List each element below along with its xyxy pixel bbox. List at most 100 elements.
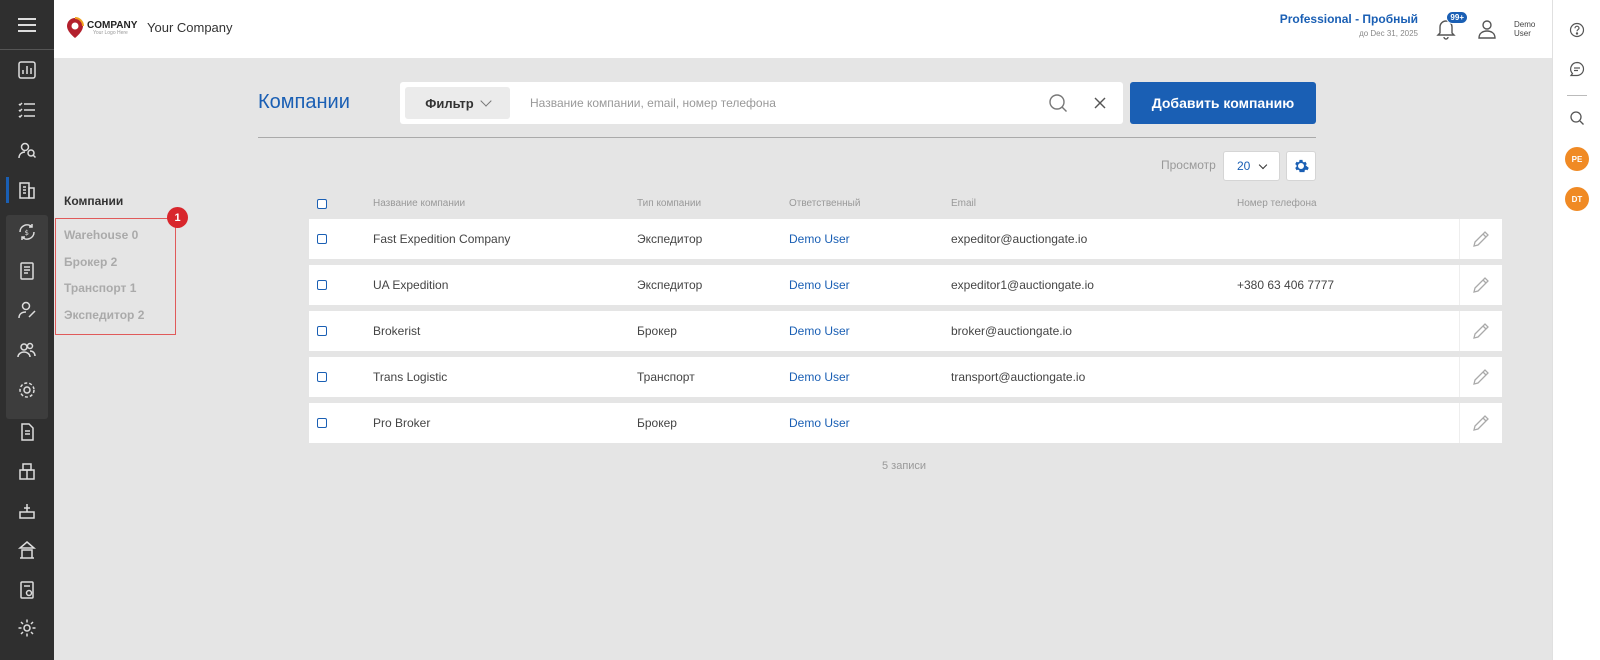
location-pin-icon: [66, 17, 84, 39]
table-row[interactable]: Pro Broker Брокер Demo User: [309, 403, 1502, 443]
page-size-value: 20: [1237, 159, 1251, 173]
user-edit-icon[interactable]: [0, 290, 54, 330]
companies-icon[interactable]: [0, 170, 54, 210]
company-name-cell: Pro Broker: [373, 416, 431, 430]
dashboard-icon[interactable]: [0, 50, 54, 90]
side-title: Компании: [64, 194, 124, 208]
owner-link[interactable]: Demo User: [789, 324, 850, 338]
user-icon[interactable]: [1477, 18, 1497, 40]
search-icon[interactable]: [1048, 93, 1068, 113]
column-header-name[interactable]: Название компании: [373, 198, 465, 209]
avatar-dt-label: DT: [1565, 187, 1589, 211]
email-cell: transport@auctiongate.io: [951, 370, 1086, 384]
users-icon[interactable]: [0, 330, 54, 370]
table-row[interactable]: UA Expedition Экспедитор Demo User exped…: [309, 265, 1502, 305]
task-list-icon[interactable]: [0, 90, 54, 130]
clear-icon[interactable]: [1092, 95, 1108, 111]
company-type-cell: Экспедитор: [637, 232, 703, 246]
company-logo[interactable]: COMPANY Your Logo Here: [66, 16, 142, 40]
company-type-cell: Брокер: [637, 324, 677, 338]
report-icon[interactable]: [0, 412, 54, 452]
edit-button[interactable]: [1459, 311, 1502, 351]
row-checkbox[interactable]: [317, 280, 327, 290]
column-header-type[interactable]: Тип компании: [637, 198, 701, 209]
row-checkbox[interactable]: [317, 372, 327, 382]
plan-info[interactable]: Professional - Пробный до Dec 31, 2025: [1280, 12, 1418, 38]
logo-subtext: Your Logo Here: [93, 29, 128, 36]
row-checkbox[interactable]: [317, 326, 327, 336]
right-rail: PE DT: [1552, 0, 1600, 660]
table-settings-button[interactable]: [1286, 151, 1316, 181]
column-header-email[interactable]: Email: [951, 198, 976, 209]
page-size-select[interactable]: 20: [1223, 151, 1280, 181]
filter-label: Фильтр: [425, 95, 474, 111]
side-item-expeditor[interactable]: Экспедитор 2: [64, 308, 144, 322]
user-name-line2: User: [1514, 29, 1531, 38]
row-checkbox[interactable]: [317, 418, 327, 428]
search-icon[interactable]: [1553, 103, 1600, 133]
notification-badge: 99+: [1446, 11, 1468, 24]
chevron-down-icon: [1258, 160, 1268, 170]
left-nav-rail: $: [0, 0, 54, 660]
plan-expiry: до Dec 31, 2025: [1359, 29, 1418, 38]
logo-text: COMPANY: [87, 19, 138, 31]
records-count: 5 записи: [882, 460, 927, 472]
chat-icon[interactable]: [1553, 54, 1600, 84]
settings-icon[interactable]: [0, 608, 54, 648]
top-header: COMPANY Your Logo Here Your Company Prof…: [54, 0, 1552, 58]
warehouse-icon[interactable]: [0, 451, 54, 491]
invoice-icon[interactable]: [0, 570, 54, 610]
add-company-button[interactable]: Добавить компанию: [1130, 82, 1316, 124]
edit-button[interactable]: [1459, 357, 1502, 397]
column-header-owner[interactable]: Ответственный: [789, 198, 860, 209]
document-icon[interactable]: [0, 251, 54, 291]
contacts-search-icon[interactable]: [0, 130, 54, 170]
user-name-line1: Demo: [1514, 20, 1536, 29]
company-type-cell: Брокер: [637, 416, 677, 430]
company-name: Your Company: [147, 20, 233, 35]
title-divider: [258, 137, 1316, 138]
avatar-pe[interactable]: PE: [1553, 144, 1600, 174]
pencil-icon: [1473, 277, 1489, 293]
menu-icon[interactable]: [0, 0, 54, 50]
table-row[interactable]: Trans Logistic Транспорт Demo User trans…: [309, 357, 1502, 397]
email-cell: broker@auctiongate.io: [951, 324, 1072, 338]
filter-button[interactable]: Фильтр: [405, 87, 510, 119]
edit-button[interactable]: [1459, 219, 1502, 259]
pencil-icon: [1473, 231, 1489, 247]
company-type-cell: Экспедитор: [637, 278, 703, 292]
owner-link[interactable]: Demo User: [789, 370, 850, 384]
edit-button[interactable]: [1459, 265, 1502, 305]
avatar-dt[interactable]: DT: [1553, 184, 1600, 214]
email-cell: expeditor1@auctiongate.io: [951, 278, 1094, 292]
pencil-icon: [1473, 369, 1489, 385]
finance-icon[interactable]: $: [0, 212, 54, 252]
avatar-pe-label: PE: [1565, 147, 1589, 171]
view-label: Просмотр: [1161, 158, 1216, 172]
row-checkbox[interactable]: [317, 234, 327, 244]
search-input[interactable]: [530, 93, 1030, 113]
company-name-cell: Trans Logistic: [373, 370, 448, 384]
owner-link[interactable]: Demo User: [789, 232, 850, 246]
edit-button[interactable]: [1459, 403, 1502, 443]
side-item-transport[interactable]: Транспорт 1: [64, 281, 136, 295]
table-row[interactable]: Brokerist Брокер Demo User broker@auctio…: [309, 311, 1502, 351]
svg-text:$: $: [25, 229, 29, 237]
help-icon[interactable]: [1553, 15, 1600, 45]
gear-icon: [1295, 159, 1309, 173]
select-all-checkbox[interactable]: [317, 199, 327, 209]
side-item-warehouse[interactable]: Warehouse 0: [64, 228, 138, 242]
user-name[interactable]: Demo User: [1514, 20, 1542, 38]
company-name-cell: UA Expedition: [373, 278, 449, 292]
forklift-icon[interactable]: [0, 491, 54, 531]
column-header-phone[interactable]: Номер телефона: [1237, 198, 1317, 209]
customs-icon[interactable]: [0, 530, 54, 570]
user-settings-icon[interactable]: [0, 370, 54, 410]
table-row[interactable]: Fast Expedition Company Экспедитор Demo …: [309, 219, 1502, 259]
annotation-marker: 1: [167, 207, 188, 228]
plan-name: Professional - Пробный: [1279, 12, 1418, 26]
owner-link[interactable]: Demo User: [789, 416, 850, 430]
divider: [1567, 95, 1587, 96]
owner-link[interactable]: Demo User: [789, 278, 850, 292]
side-item-broker[interactable]: Брокер 2: [64, 255, 117, 269]
